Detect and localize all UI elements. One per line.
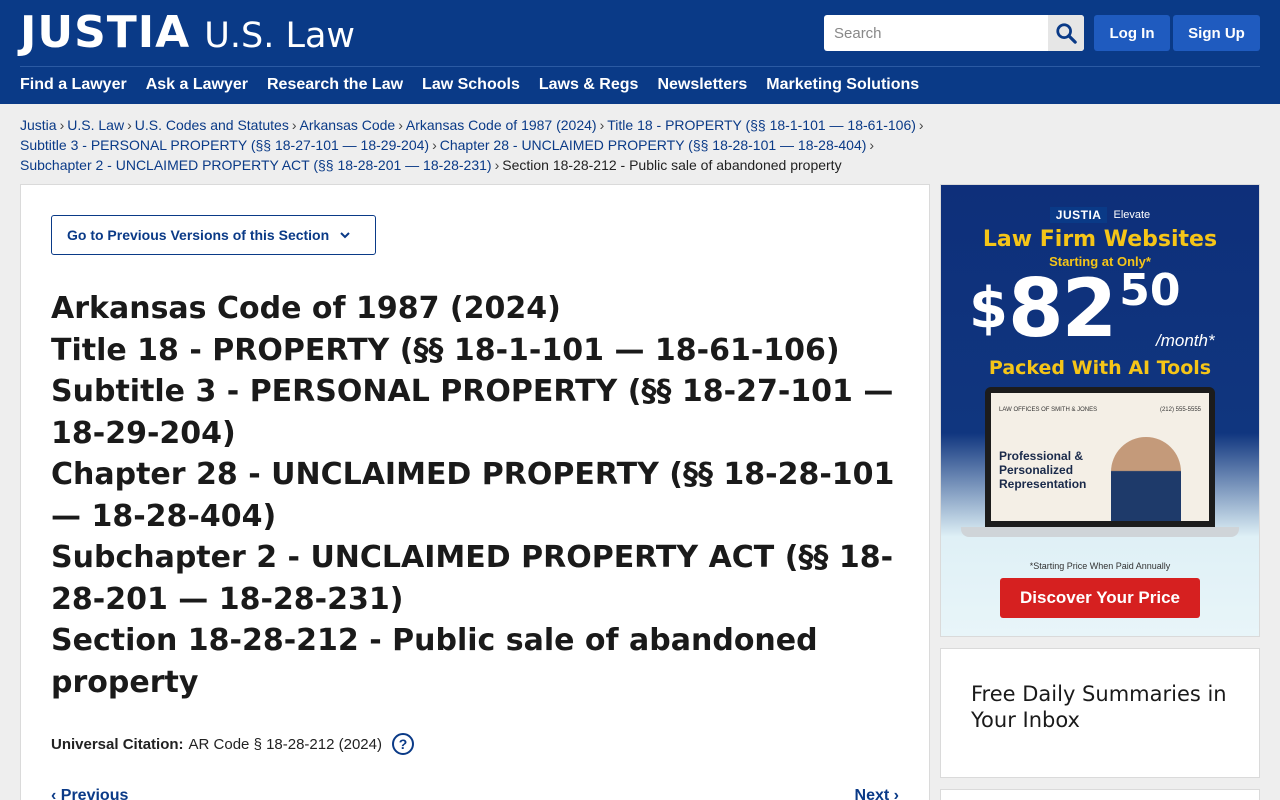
laptop-base [961, 527, 1239, 537]
ad-brand-sub: Elevate [1113, 209, 1151, 221]
breadcrumb-separator: › [398, 117, 403, 133]
breadcrumb-separator: › [599, 117, 605, 133]
breadcrumb-separator: › [59, 117, 65, 133]
ad-price: $ 82 50 [969, 263, 1181, 355]
previous-section-link[interactable]: ‹ Previous [51, 787, 128, 800]
discover-price-button[interactable]: Discover Your Price [1000, 578, 1200, 618]
breadcrumb-separator: › [918, 117, 924, 133]
ad-per-month: /month* [1156, 331, 1215, 350]
heading-chapter: Chapter 28 - UNCLAIMED PROPERTY (§§ 18-2… [51, 457, 895, 534]
laptop-screen: LAW OFFICES OF SMITH & JONES (212) 555-5… [991, 393, 1209, 521]
chevron-right-icon: › [889, 787, 899, 800]
nav-marketing-solutions[interactable]: Marketing Solutions [766, 75, 919, 95]
attorney-photo [1111, 437, 1181, 521]
breadcrumb-separator: › [432, 137, 437, 153]
ad-price-whole: 82 [1007, 262, 1117, 355]
chevron-left-icon: ‹ [51, 787, 61, 800]
signup-button[interactable]: Sign Up [1173, 15, 1260, 51]
laptop-tagline: Professional & Personalized Representati… [999, 449, 1087, 491]
nav-research-the-law[interactable]: Research the Law [267, 75, 403, 95]
breadcrumb-link[interactable]: U.S. Law [67, 117, 124, 133]
breadcrumb-separator: › [494, 157, 500, 173]
main-nav: Find a Lawyer Ask a Lawyer Research the … [20, 75, 938, 95]
previous-label: Previous [60, 787, 129, 800]
citation-label: Universal Citation: [51, 735, 184, 753]
ad-brand: JUSTIA Elevate [941, 207, 1259, 223]
nav-divider [20, 66, 1260, 67]
laptop-image: LAW OFFICES OF SMITH & JONES (212) 555-5… [985, 387, 1215, 527]
next-section-link[interactable]: Next › [855, 787, 899, 800]
nav-laws-and-regs[interactable]: Laws & Regs [539, 75, 639, 95]
search-button[interactable] [1048, 15, 1084, 51]
sidebar-next-box [940, 789, 1260, 800]
next-label: Next [854, 787, 890, 800]
ad-brand-logo: JUSTIA [1049, 207, 1108, 223]
justia-logo[interactable]: JUSTIA U.S. Law [20, 7, 356, 58]
justia-elevate-ad[interactable]: JUSTIA Elevate Law Firm Websites Startin… [940, 184, 1260, 637]
heading-section: Section 18-28-212 - Public sale of aband… [51, 623, 818, 700]
breadcrumb-link[interactable]: Justia [20, 117, 57, 133]
nav-ask-a-lawyer[interactable]: Ask a Lawyer [146, 75, 248, 95]
heading-title: Title 18 - PROPERTY (§§ 18-1-101 — 18-61… [51, 332, 840, 368]
heading-code: Arkansas Code of 1987 (2024) [51, 291, 561, 326]
breadcrumb-link[interactable]: Title 18 - PROPERTY (§§ 18-1-101 — 18-61… [607, 117, 916, 133]
breadcrumb-link[interactable]: Arkansas Code [300, 117, 396, 133]
chevron-down-icon [339, 229, 351, 241]
breadcrumb-current: Section 18-28-212 - Public sale of aband… [502, 157, 842, 173]
previous-versions-dropdown[interactable]: Go to Previous Versions of this Section [51, 215, 376, 255]
help-icon[interactable]: ? [392, 733, 414, 755]
newsletter-box: Free Daily Summaries in Your Inbox [940, 648, 1260, 778]
nav-law-schools[interactable]: Law Schools [422, 75, 520, 95]
ad-price-cents: 50 [1119, 265, 1181, 316]
breadcrumb-link[interactable]: Subtitle 3 - PERSONAL PROPERTY (§§ 18-27… [20, 137, 429, 153]
site-header: JUSTIA U.S. Law Log In Sign Up Find a La… [0, 0, 1280, 104]
ad-fine-print: *Starting Price When Paid Annually [1029, 561, 1171, 571]
breadcrumb: Justia › U.S. Law › U.S. Codes and Statutes ›… [20, 115, 960, 175]
ad-title: Law Firm Websites [982, 227, 1218, 252]
login-button[interactable]: Log In [1094, 15, 1170, 51]
laptop-firm-phone: (212) 555-5555 [1159, 407, 1201, 413]
logo-section: U.S. Law [204, 16, 356, 56]
search-input[interactable] [824, 15, 1048, 51]
citation-value: AR Code § 18-28-212 (2024) [188, 735, 382, 753]
breadcrumb-link[interactable]: Subchapter 2 - UNCLAIMED PROPERTY ACT (§… [20, 157, 492, 173]
breadcrumb-link[interactable]: U.S. Codes and Statutes [135, 117, 289, 133]
main-content: Go to Previous Versions of this Section … [20, 184, 930, 800]
heading-subtitle: Subtitle 3 - PERSONAL PROPERTY (§§ 18-27… [51, 374, 894, 451]
previous-versions-label: Go to Previous Versions of this Section [67, 227, 330, 243]
page-title: Arkansas Code of 1987 (2024) Title 18 - … [51, 288, 901, 703]
search-icon [1056, 23, 1077, 44]
breadcrumb-link[interactable]: Chapter 28 - UNCLAIMED PROPERTY (§§ 18-2… [440, 137, 867, 153]
ad-currency: $ [969, 276, 1008, 341]
breadcrumb-separator: › [291, 117, 297, 133]
logo-brand: JUSTIA [20, 7, 191, 58]
heading-subchapter: Subchapter 2 - UNCLAIMED PROPERTY ACT (§… [51, 540, 894, 617]
nav-find-a-lawyer[interactable]: Find a Lawyer [20, 75, 127, 95]
laptop-firm-name: LAW OFFICES OF SMITH & JONES [999, 407, 1098, 413]
nav-newsletters[interactable]: Newsletters [657, 75, 747, 95]
breadcrumb-separator: › [127, 117, 132, 133]
newsletter-title: Free Daily Summaries in Your Inbox [971, 682, 1227, 732]
ad-packed: Packed With AI Tools [988, 357, 1212, 379]
universal-citation: Universal Citation: AR Code § 18-28-212 … [51, 733, 414, 755]
ad-background: JUSTIA Elevate Law Firm Websites Startin… [941, 185, 1259, 636]
breadcrumb-separator: › [869, 137, 875, 153]
breadcrumb-link[interactable]: Arkansas Code of 1987 (2024) [406, 117, 597, 133]
search-box [824, 15, 1084, 51]
